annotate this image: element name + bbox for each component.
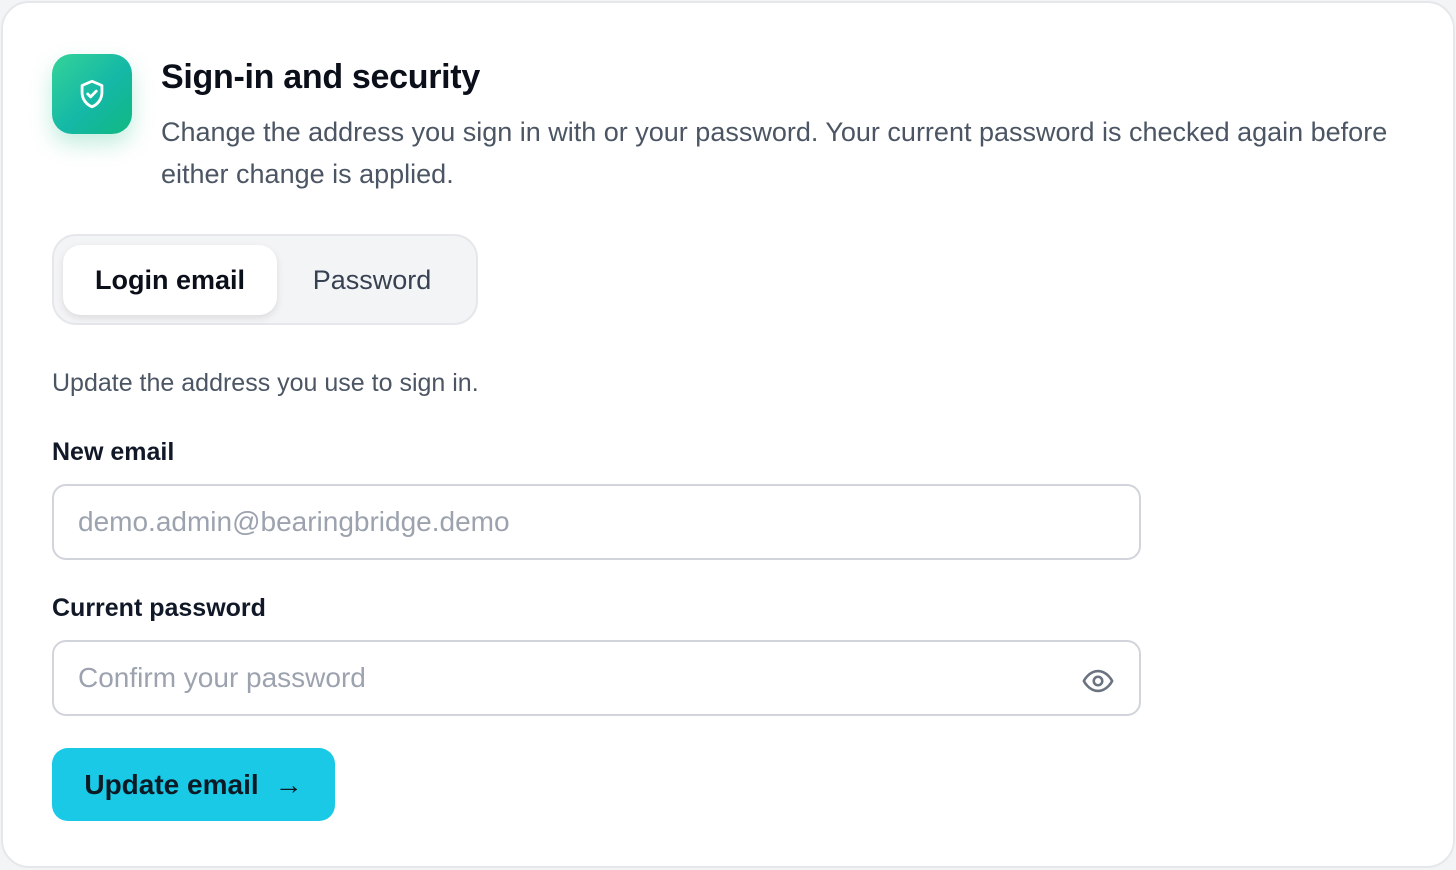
tab-password[interactable]: Password xyxy=(287,245,457,315)
update-email-label: Update email xyxy=(84,768,259,800)
new-email-label: New email xyxy=(52,438,175,466)
current-password-field[interactable] xyxy=(52,640,1141,716)
arrow-right-icon: → xyxy=(274,768,303,800)
page-title: Sign-in and security xyxy=(161,58,480,96)
page-subtitle: Change the address you sign in with or y… xyxy=(161,117,1388,189)
shield-check-icon xyxy=(52,54,132,134)
new-email-field[interactable] xyxy=(52,484,1141,560)
update-email-button[interactable]: Update email → xyxy=(52,748,335,821)
section-description: Update the address you use to sign in. xyxy=(52,369,479,397)
eye-icon[interactable] xyxy=(1081,664,1115,698)
current-password-label: Current password xyxy=(52,594,266,622)
tab-login-email[interactable]: Login email xyxy=(63,245,277,315)
tab-switcher: Login email Password xyxy=(52,234,478,325)
security-card: Sign-in and security Change the address … xyxy=(1,1,1455,868)
